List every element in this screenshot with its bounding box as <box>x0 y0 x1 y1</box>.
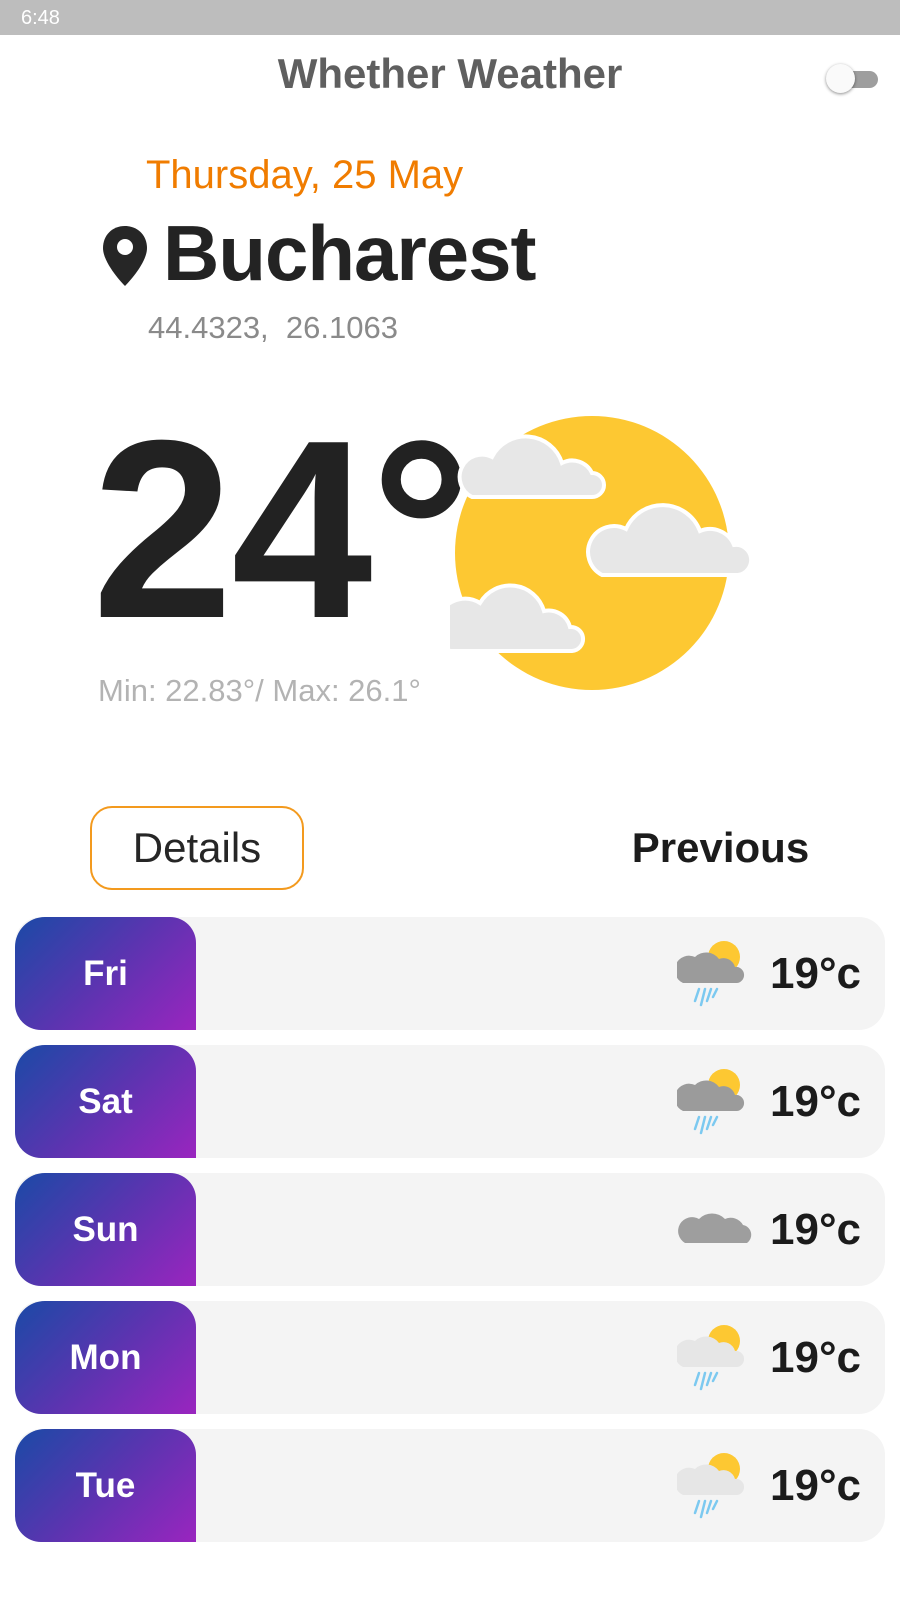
forecast-row-sat[interactable]: Sat 19°c <box>15 1045 885 1158</box>
forecast-day-label: Fri <box>15 917 196 1030</box>
sun-cloud-rain-icon <box>677 941 745 1007</box>
status-time: 6:48 <box>21 7 60 29</box>
city-name: Bucharest <box>163 209 536 297</box>
status-bar: 6:48 <box>0 0 900 35</box>
min-max-temperature: Min: 22.83°/ Max: 26.1° <box>98 673 421 708</box>
location-pin-icon <box>103 226 147 286</box>
forecast-temperature: 19°c <box>770 1077 862 1126</box>
forecast-day-label: Sun <box>15 1173 196 1286</box>
forecast-temperature: 19°c <box>770 1333 862 1382</box>
app-title: Whether Weather <box>277 50 623 97</box>
theme-toggle[interactable] <box>826 64 880 94</box>
toggle-knob <box>826 64 855 93</box>
forecast-row-tue[interactable]: Tue 19°c <box>15 1429 885 1542</box>
forecast-row-sun[interactable]: Sun 19°c <box>15 1173 885 1286</box>
forecast-temperature: 19°c <box>770 1461 862 1510</box>
forecast-day-label: Tue <box>15 1429 196 1542</box>
forecast-temperature: 19°c <box>770 1205 862 1254</box>
forecast-day-label: Mon <box>15 1301 196 1414</box>
sun-with-clouds-icon <box>450 416 750 690</box>
current-temperature: 24° <box>92 387 472 671</box>
sun-light-cloud-rain-icon <box>677 1453 745 1519</box>
cloud-icon <box>678 1213 752 1243</box>
coordinates: 44.4323, 26.1063 <box>148 310 398 345</box>
forecast-row-fri[interactable]: Fri 19°c <box>15 917 885 1030</box>
tab-details[interactable]: Details <box>90 806 304 890</box>
forecast-day-label: Sat <box>15 1045 196 1158</box>
forecast-temperature: 19°c <box>770 949 862 998</box>
sun-light-cloud-rain-icon <box>677 1325 745 1391</box>
forecast-row-mon[interactable]: Mon 19°c <box>15 1301 885 1414</box>
tab-previous[interactable]: Previous <box>598 806 843 890</box>
current-date: Thursday, 25 May <box>146 153 464 197</box>
sun-cloud-rain-icon <box>677 1069 745 1135</box>
